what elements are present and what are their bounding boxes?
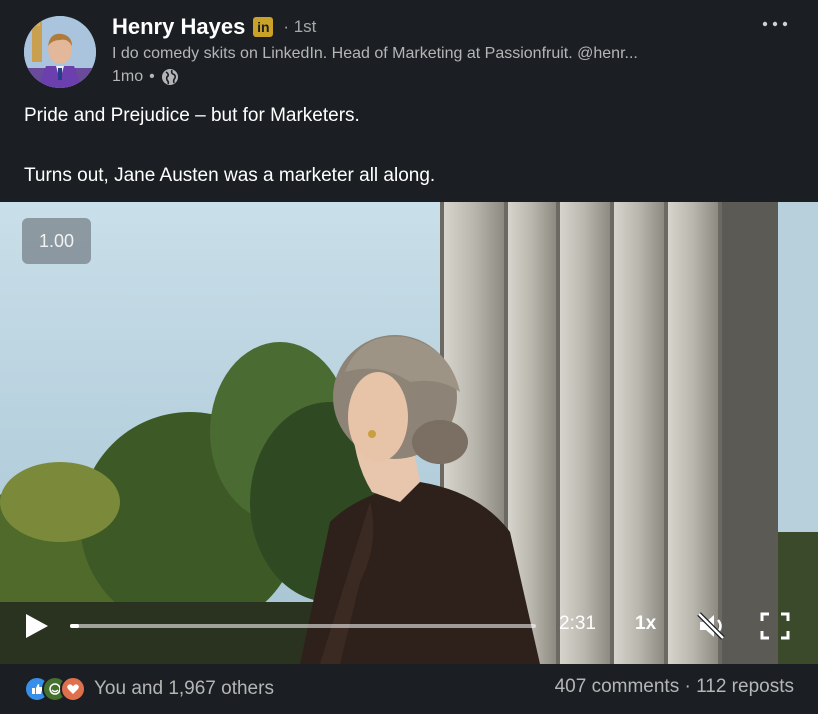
stats-separator: · (684, 676, 691, 697)
author-headline: I do comedy skits on LinkedIn. Head of M… (112, 45, 638, 62)
connection-degree: · 1st (283, 17, 317, 36)
post-text: Pride and Prejudice – but for Marketers.… (24, 104, 794, 188)
linkedin-premium-badge-icon: in (253, 17, 274, 37)
post-time: 1mo (112, 68, 144, 85)
globe-icon (161, 69, 178, 85)
muted-speaker-icon[interactable] (696, 610, 728, 642)
feed-post: Henry Hayes in · 1st I do comedy skits o… (0, 0, 818, 714)
post-meta: 1mo • (112, 68, 179, 86)
reactions-summary: You and 1,967 others (24, 676, 274, 702)
comments-count[interactable]: 407 comments (555, 676, 680, 697)
video-player[interactable]: 1.00 2:31 1x (0, 202, 818, 664)
playback-rate-button[interactable]: 1x (635, 613, 656, 635)
post-text-line: Pride and Prejudice – but for Marketers. (24, 105, 360, 126)
more-options-button[interactable] (760, 12, 790, 36)
avatar-image (24, 16, 96, 88)
post-text-line: Turns out, Jane Austen was a marketer al… (24, 165, 436, 186)
meta-separator-dot: • (149, 68, 155, 85)
author-name[interactable]: Henry Hayes (112, 14, 245, 40)
fullscreen-icon[interactable] (760, 612, 790, 640)
playback-speed-badge[interactable]: 1.00 (22, 218, 91, 264)
play-icon[interactable] (24, 612, 50, 640)
reactions-count[interactable]: You and 1,967 others (94, 678, 274, 700)
love-icon (60, 676, 86, 702)
author-name-row: Henry Hayes in · 1st (112, 14, 316, 40)
reposts-count[interactable]: 112 reposts (696, 676, 794, 697)
video-duration: 2:31 (559, 613, 596, 634)
post-stats: 407 comments · 112 reposts (555, 676, 794, 698)
author-avatar[interactable] (24, 16, 96, 88)
ellipsis-icon (762, 21, 788, 27)
video-progress-bar[interactable] (70, 624, 536, 628)
video-controls: 2:31 1x (0, 584, 818, 664)
video-progress-fill (70, 624, 80, 628)
